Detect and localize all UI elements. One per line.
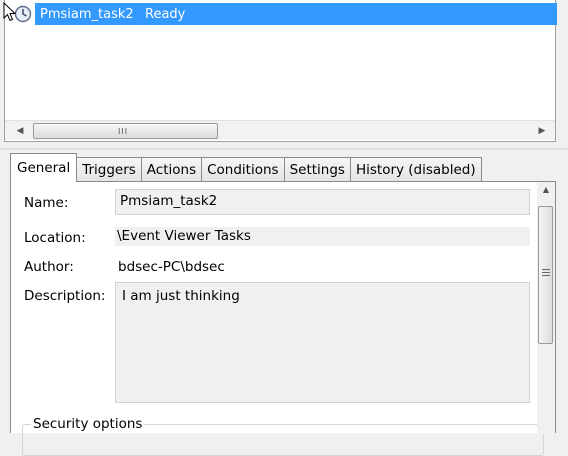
task-list[interactable]: Pmsiam_task2 Ready ◀ III ▶ xyxy=(4,0,557,142)
name-label: Name: xyxy=(24,195,69,211)
tab-conditions[interactable]: Conditions xyxy=(201,157,285,182)
mouse-pointer-icon xyxy=(3,2,17,22)
author-label: Author: xyxy=(24,259,74,275)
name-field[interactable]: Pmsiam_task2 xyxy=(115,189,530,215)
tab-general[interactable]: General xyxy=(10,153,78,182)
vertical-scrollbar[interactable]: ▲ xyxy=(537,182,555,434)
general-panel: Name: Pmsiam_task2 Location: \Event View… xyxy=(10,181,556,456)
task-status: Ready xyxy=(145,6,186,22)
scroll-right-arrow-icon[interactable]: ▶ xyxy=(533,121,551,140)
splitter[interactable] xyxy=(0,148,568,150)
tab-strip: General Triggers Actions Conditions Sett… xyxy=(10,153,482,182)
description-field[interactable]: I am just thinking xyxy=(115,282,530,403)
tab-settings[interactable]: Settings xyxy=(283,157,351,182)
scroll-grip: III xyxy=(118,127,129,136)
horizontal-scroll-thumb[interactable]: III xyxy=(33,123,218,139)
scroll-up-arrow-icon[interactable]: ▲ xyxy=(537,185,555,194)
scroll-left-arrow-icon[interactable]: ◀ xyxy=(11,121,29,140)
description-label: Description: xyxy=(24,288,106,304)
vertical-scroll-thumb[interactable] xyxy=(538,206,553,344)
location-value: \Event Viewer Tasks xyxy=(115,227,530,246)
location-label: Location: xyxy=(24,230,86,246)
horizontal-scrollbar[interactable]: ◀ III ▶ xyxy=(5,120,555,140)
tab-actions[interactable]: Actions xyxy=(140,157,203,182)
security-options-group: Security options xyxy=(22,416,544,456)
task-name: Pmsiam_task2 xyxy=(40,6,134,22)
security-options-legend: Security options xyxy=(31,416,145,432)
scroll-grip-icon xyxy=(542,269,550,278)
task-row-selected[interactable]: Pmsiam_task2 Ready xyxy=(35,3,557,25)
tab-triggers[interactable]: Triggers xyxy=(76,157,142,182)
tab-history[interactable]: History (disabled) xyxy=(349,157,482,182)
author-value: bdsec-PC\bdsec xyxy=(118,259,225,275)
